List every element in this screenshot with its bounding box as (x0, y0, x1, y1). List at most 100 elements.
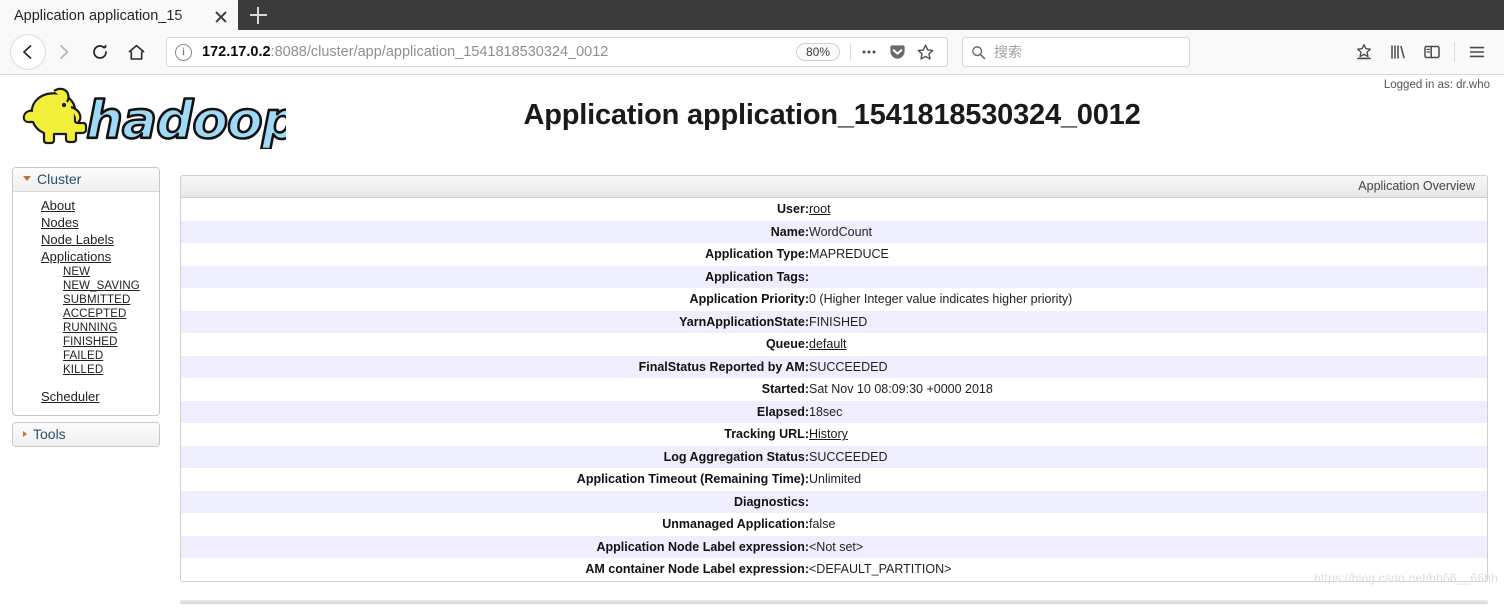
row-value-link[interactable]: History (809, 427, 848, 441)
table-row: Started: Sat Nov 10 08:09:30 +0000 2018 (181, 378, 1487, 401)
watermark-text: https://blog.csdn.net/hh66__66hh (1314, 571, 1498, 585)
sidebar-toggle-button[interactable] (1415, 35, 1449, 69)
home-button[interactable] (118, 34, 154, 70)
row-value[interactable]: History (809, 423, 1487, 446)
row-value: false (809, 517, 836, 532)
row-label: Diagnostics: (733, 494, 809, 509)
row-label: Elapsed: (756, 404, 809, 419)
sidebar-item-about[interactable]: About (13, 197, 159, 214)
sidebar-item-scheduler[interactable]: Scheduler (13, 388, 159, 405)
row-value: <Not set> (809, 539, 864, 554)
browser-tab[interactable]: Application application_15 (0, 0, 238, 30)
forward-button[interactable] (46, 34, 82, 70)
sidebar: Cluster About Nodes Node Labels Applicat… (12, 167, 160, 453)
tab-strip: Application application_15 (0, 0, 1504, 30)
table-row: Application Timeout (Remaining Time): Unl… (181, 468, 1487, 491)
sidebar-item-new[interactable]: NEW (13, 265, 159, 279)
page-title: Application application_1541818530324_00… (523, 99, 1141, 131)
new-tab-button[interactable] (238, 0, 278, 30)
row-value: Sat Nov 10 08:09:30 +0000 2018 (809, 382, 993, 397)
cluster-panel: Cluster About Nodes Node Labels Applicat… (12, 167, 160, 416)
url-host: 172.17.0.2 (202, 44, 271, 60)
row-label: Log Aggregation Status: (663, 449, 809, 464)
pocket-button[interactable] (883, 43, 911, 62)
row-value-link[interactable]: default (809, 337, 847, 351)
row-label: AM container Node Label expression: (585, 562, 809, 577)
sidebar-item-node-labels[interactable]: Node Labels (13, 231, 159, 248)
reload-icon (93, 44, 107, 59)
tools-panel-header[interactable]: Tools (13, 423, 159, 446)
arrow-left-icon (23, 45, 32, 59)
page-content: Logged in as: dr.who hadoop Application … (0, 75, 1504, 607)
search-bar[interactable]: 搜索 (962, 37, 1190, 67)
home-icon (128, 44, 144, 60)
sidebar-item-applications[interactable]: Applications (13, 248, 159, 265)
row-label: Started: (761, 382, 809, 397)
url-bar[interactable]: 172.17.0.2:8088/cluster/app/application_… (166, 37, 948, 67)
sidebar-item-killed[interactable]: KILLED (13, 363, 159, 377)
star-tray-icon (1357, 43, 1371, 60)
toolbar-divider (1454, 42, 1455, 62)
search-input[interactable]: 搜索 (994, 42, 1022, 62)
toolbar-divider (850, 43, 851, 61)
table-row: YarnApplicationState: FINISHED (181, 310, 1487, 333)
zoom-level-badge[interactable]: 80% (795, 43, 840, 61)
site-info-icon[interactable] (175, 43, 192, 61)
row-label: Queue: (765, 337, 809, 352)
table-row: Application Priority: 0 (Higher Integer v… (181, 288, 1487, 311)
table-row: AM container Node Label expression: <DEFA… (181, 558, 1487, 581)
row-label: Application Type: (705, 247, 809, 262)
row-label: Name: (770, 224, 809, 239)
sidebar-icon (1424, 45, 1440, 59)
cluster-panel-header[interactable]: Cluster (13, 168, 159, 192)
table-row: Name: WordCount (181, 220, 1487, 243)
row-label: YarnApplicationState: (679, 314, 809, 329)
table-row: Application Type: MAPREDUCE (181, 243, 1487, 266)
application-overview-table: Application Overview User: root Name: WordC… (180, 175, 1488, 582)
row-label: Tracking URL: (724, 427, 809, 442)
sidebar-item-running[interactable]: RUNNING (13, 321, 159, 335)
table-row: Application Tags: (181, 265, 1487, 288)
sidebar-item-submitted[interactable]: SUBMITTED (13, 293, 159, 307)
row-label: User: (777, 202, 809, 217)
arrow-right-icon (60, 45, 69, 59)
row-value[interactable]: root (809, 198, 1487, 221)
table-row: Unmanaged Application: false (181, 513, 1487, 536)
table-row: Diagnostics: (181, 490, 1487, 513)
logged-in-status: Logged in as: dr.who (1383, 79, 1490, 91)
sidebar-item-finished[interactable]: FINISHED (13, 335, 159, 349)
pocket-icon (889, 44, 905, 59)
library-button[interactable] (1381, 35, 1415, 69)
row-value-link[interactable]: root (809, 202, 831, 216)
row-label: FinalStatus Reported by AM: (638, 359, 809, 374)
cluster-panel-body: About Nodes Node Labels Applications NEW… (13, 192, 159, 415)
row-label: Application Timeout (Remaining Time): (576, 472, 809, 487)
table-row: Log Aggregation Status: SUCCEEDED (181, 445, 1487, 468)
row-value: SUCCEEDED (809, 359, 888, 374)
tab-title: Application application_15 (14, 8, 183, 24)
row-value: 0 (Higher Integer value indicates higher… (809, 292, 1073, 307)
table-row: Application Node Label expression: <Not s… (181, 535, 1487, 558)
menu-button[interactable] (1460, 35, 1494, 69)
tools-panel-title: Tools (33, 426, 66, 442)
back-button[interactable] (10, 34, 46, 70)
hamburger-menu-icon (1469, 46, 1485, 58)
save-to-pocket-button[interactable] (1347, 35, 1381, 69)
reload-button[interactable] (82, 34, 118, 70)
sidebar-item-new-saving[interactable]: NEW_SAVING (13, 279, 159, 293)
row-value: Unlimited (809, 472, 862, 487)
row-value: 18sec (809, 404, 843, 419)
close-icon[interactable] (210, 5, 232, 27)
chevron-down-icon (23, 176, 31, 181)
ellipsis-icon (862, 50, 876, 54)
row-label: Application Node Label expression: (596, 539, 809, 554)
overview-rows: User: root Name: WordCount Application Type:… (181, 198, 1487, 581)
row-value[interactable]: default (809, 333, 1487, 356)
page-actions-button[interactable] (855, 43, 883, 61)
sidebar-item-accepted[interactable]: ACCEPTED (13, 307, 159, 321)
chevron-right-icon (23, 431, 27, 437)
sidebar-item-failed[interactable]: FAILED (13, 349, 159, 363)
row-value: FINISHED (809, 314, 868, 329)
bookmark-star-button[interactable] (911, 43, 939, 62)
sidebar-item-nodes[interactable]: Nodes (13, 214, 159, 231)
